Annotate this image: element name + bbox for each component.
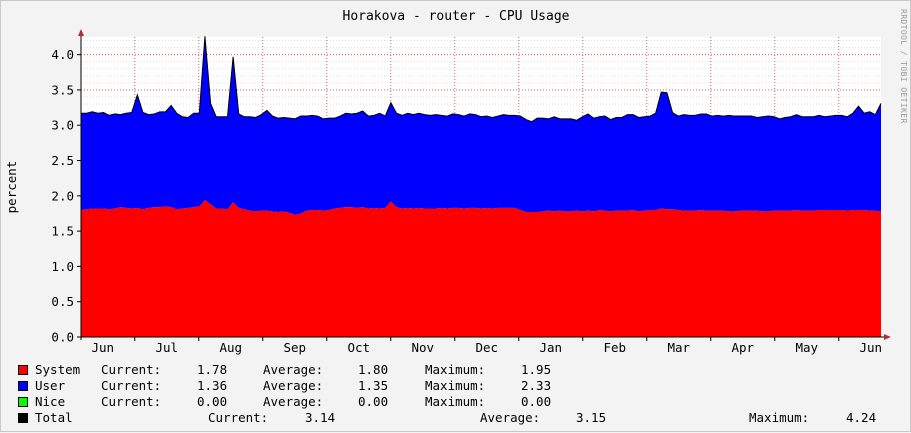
x-tick-label: Jun xyxy=(859,340,882,355)
x-tick-label: Jan xyxy=(539,340,562,355)
cpu-usage-chart: Horakova - router - CPU Usage RRDTOOL / … xyxy=(4,9,908,355)
y-tick-label: 3.0 xyxy=(51,118,74,133)
chart-frame: Horakova - router - CPU Usage RRDTOOL / … xyxy=(0,0,911,432)
x-tick-label: Aug xyxy=(219,340,242,355)
y-tick-label: 2.5 xyxy=(51,153,74,168)
y-tick-label: 2.0 xyxy=(51,188,74,203)
x-tick-label: May xyxy=(795,340,818,355)
y-tick-label: 4.0 xyxy=(51,47,74,62)
x-axis-arrow xyxy=(884,334,891,340)
x-tick-label: Jun xyxy=(91,340,114,355)
x-tick-label: Nov xyxy=(411,340,434,355)
chart-title: Horakova - router - CPU Usage xyxy=(343,9,570,24)
x-tick-label: Feb xyxy=(603,340,626,355)
series-system-area xyxy=(81,200,881,337)
y-axis-arrow xyxy=(78,29,84,36)
y-tick-labels: 0.0 0.5 1.0 1.5 2.0 2.5 3.0 3.5 4.0 xyxy=(51,47,74,344)
y-axis-label: percent xyxy=(4,161,19,214)
watermark: RRDTOOL / TOBI OETIKER xyxy=(899,9,908,124)
x-tick-label: Jul xyxy=(155,340,178,355)
x-tick-label: Apr xyxy=(731,340,754,355)
y-tick-label: 3.5 xyxy=(51,82,74,97)
y-tick-label: 0.0 xyxy=(51,330,74,345)
x-tick-label: Sep xyxy=(283,340,306,355)
y-tick-label: 1.5 xyxy=(51,224,74,239)
x-tick-label: Mar xyxy=(667,340,690,355)
x-tick-label: Oct xyxy=(347,340,370,355)
x-tick-labels: Jun Jul Aug Sep Oct Nov Dec Jan Feb Mar Apr May Jun xyxy=(91,340,882,355)
y-tick-label: 0.5 xyxy=(51,294,74,309)
x-tick-label: Dec xyxy=(475,340,498,355)
y-tick-label: 1.0 xyxy=(51,259,74,274)
